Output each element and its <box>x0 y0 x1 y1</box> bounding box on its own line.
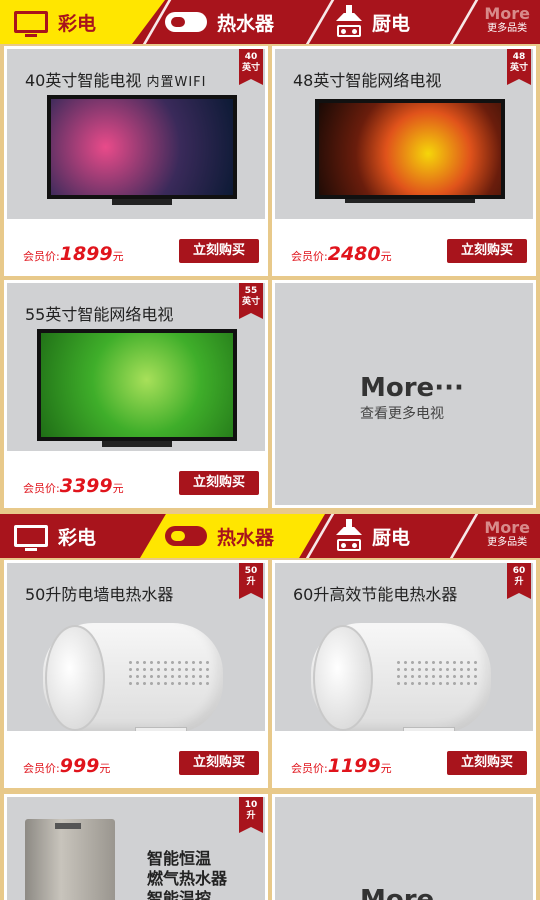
more-title: More <box>484 518 530 537</box>
product-card-gas-heater-10[interactable]: 10 升 智能恒温 燃气热水器 智能温控 <box>4 794 268 900</box>
more-tv-link[interactable]: More··· 查看更多电视 <box>272 280 536 508</box>
capacity-badge: 60 升 <box>507 563 531 599</box>
product-title: 55英寸智能网络电视 <box>25 305 174 324</box>
capacity-badge: 50 升 <box>239 563 263 599</box>
more-subtitle: 更多品类 <box>487 23 528 34</box>
tv-icon <box>14 11 48 37</box>
more-categories-link[interactable]: More 更多品类 <box>484 520 530 550</box>
tab-label: 彩电 <box>58 526 97 549</box>
product-title: 48英寸智能网络电视 <box>293 71 442 90</box>
tab-water-heater[interactable]: 热水器 <box>165 0 274 44</box>
size-badge: 40 英寸 <box>239 49 263 85</box>
more-categories-link[interactable]: More 更多品类 <box>484 6 530 36</box>
more-title: More <box>360 885 435 900</box>
tab-tv[interactable]: 彩电 <box>14 0 96 44</box>
more-title: More <box>484 4 530 23</box>
product-image-water-heater <box>43 623 223 741</box>
product-image-gas-heater <box>25 819 115 900</box>
product-card-tv-40[interactable]: 40英寸智能电视 内置WIFI 40 英寸 会员价:1899元 立刻购买 <box>4 46 268 276</box>
tab-tv[interactable]: 彩电 <box>14 514 96 558</box>
member-price: 会员价:2480元 <box>291 243 392 265</box>
member-price: 会员价:999元 <box>23 755 111 777</box>
water-heater-icon <box>165 12 207 32</box>
buy-now-button[interactable]: 立刻购买 <box>179 471 259 495</box>
product-image-tv <box>315 99 505 203</box>
more-title: More··· <box>360 373 464 403</box>
more-heater-link[interactable]: More <box>272 794 536 900</box>
tab-label: 热水器 <box>217 526 275 549</box>
tab-water-heater[interactable]: 热水器 <box>165 514 274 558</box>
product-image-water-heater <box>311 623 491 741</box>
range-hood-icon <box>336 519 362 553</box>
product-title: 50升防电墙电热水器 <box>25 585 174 604</box>
product-card-heater-60[interactable]: 60升高效节能电热水器 60 升 会员价:1199元 立刻购买 <box>272 560 536 788</box>
product-title: 60升高效节能电热水器 <box>293 585 458 604</box>
more-subtitle: 更多品类 <box>487 537 528 548</box>
product-image-tv <box>47 95 237 205</box>
tv-icon <box>14 525 48 551</box>
tab-kitchen[interactable]: 厨电 <box>336 514 410 558</box>
tab-divider <box>302 0 337 44</box>
product-title-suffix: 内置WIFI <box>146 75 207 90</box>
product-title: 40英寸智能电视 内置WIFI <box>25 71 207 90</box>
buy-now-button[interactable]: 立刻购买 <box>447 751 527 775</box>
member-price: 会员价:1199元 <box>291 755 392 777</box>
tab-label: 厨电 <box>372 526 411 549</box>
product-image-tv <box>37 329 237 447</box>
tab-divider <box>446 0 481 44</box>
range-hood-icon <box>336 5 362 39</box>
product-card-heater-50[interactable]: 50升防电墙电热水器 50 升 会员价:999元 立刻购买 <box>4 560 268 788</box>
buy-now-button[interactable]: 立刻购买 <box>179 751 259 775</box>
category-tabbar-water-heater: 彩电 热水器 厨电 More 更多品类 <box>0 514 540 558</box>
size-badge: 48 英寸 <box>507 49 531 85</box>
product-card-tv-55[interactable]: 55英寸智能网络电视 55 英寸 会员价:3399元 立刻购买 <box>4 280 268 508</box>
buy-now-button[interactable]: 立刻购买 <box>179 239 259 263</box>
member-price: 会员价:1899元 <box>23 243 124 265</box>
tab-label: 热水器 <box>217 12 275 35</box>
more-subtitle: 查看更多电视 <box>360 406 444 422</box>
tab-label: 厨电 <box>372 12 411 35</box>
tab-label: 彩电 <box>58 12 97 35</box>
member-price: 会员价:3399元 <box>23 475 124 497</box>
buy-now-button[interactable]: 立刻购买 <box>447 239 527 263</box>
capacity-badge: 10 升 <box>239 797 263 833</box>
product-title: 智能恒温 燃气热水器 智能温控 <box>147 849 228 900</box>
tab-divider <box>446 514 481 558</box>
water-heater-icon <box>165 526 207 546</box>
category-tabbar-top: 彩电 热水器 厨电 More 更多品类 <box>0 0 540 44</box>
product-card-tv-48[interactable]: 48英寸智能网络电视 48 英寸 会员价:2480元 立刻购买 <box>272 46 536 276</box>
tab-kitchen[interactable]: 厨电 <box>336 0 410 44</box>
size-badge: 55 英寸 <box>239 283 263 319</box>
